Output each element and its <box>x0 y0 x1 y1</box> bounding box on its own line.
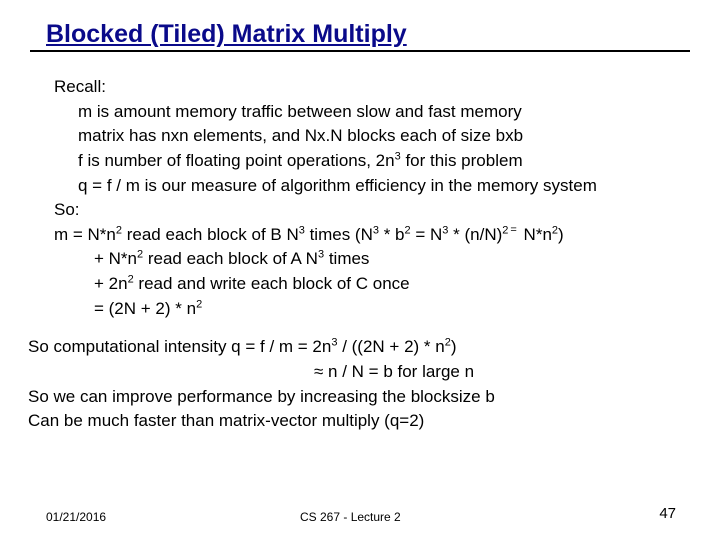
slide-title: Blocked (Tiled) Matrix Multiply <box>46 20 692 49</box>
title-rule <box>30 50 690 52</box>
text: times <box>324 249 369 268</box>
conc-line2: ≈ n / N = b for large n <box>314 360 692 385</box>
text: read each block of A N <box>143 249 318 268</box>
text: = (2N + 2) * n <box>94 299 196 318</box>
conc-line3: So we can improve performance by increas… <box>28 385 692 410</box>
line-m-eq: m = N*n2 read each block of B N3 times (… <box>54 223 692 248</box>
conc-line1: So computational intensity q = f / m = 2… <box>28 335 692 360</box>
text: * (n/N) <box>448 225 502 244</box>
line-q: q = f / m is our measure of algorithm ef… <box>78 174 692 199</box>
text: f is number of floating point operations… <box>78 151 395 170</box>
sup-eq: = <box>510 224 516 236</box>
text: ) <box>451 337 457 356</box>
text: read and write each block of C once <box>134 274 410 293</box>
line-m: m is amount memory traffic between slow … <box>78 100 692 125</box>
text: + N*n <box>94 249 137 268</box>
sup-2: 2 <box>502 224 508 236</box>
footer-course: CS 267 - Lecture 2 <box>300 510 401 524</box>
line-so: So: <box>54 198 692 223</box>
slide-number: 47 <box>659 505 676 522</box>
footer-date: 01/21/2016 <box>46 510 106 524</box>
body-block: Recall: m is amount memory traffic betwe… <box>54 75 692 321</box>
text: / ((2N + 2) * n <box>337 337 444 356</box>
text: ) <box>558 225 564 244</box>
slide: Blocked (Tiled) Matrix Multiply Recall: … <box>0 0 720 540</box>
line-result: = (2N + 2) * n2 <box>94 297 692 322</box>
text: read each block of B N <box>122 225 299 244</box>
text: + 2n <box>94 274 128 293</box>
text: m = N*n <box>54 225 116 244</box>
line-f: f is number of floating point operations… <box>78 149 692 174</box>
conclusion-block: So computational intensity q = f / m = 2… <box>28 335 692 434</box>
line-matrix: matrix has nxn elements, and Nx.N blocks… <box>78 124 692 149</box>
sup-2: 2 <box>196 298 202 310</box>
conc-line4: Can be much faster than matrix-vector mu… <box>28 409 692 434</box>
text: times (N <box>305 225 373 244</box>
text: * b <box>379 225 405 244</box>
line-plus-c: + 2n2 read and write each block of C onc… <box>94 272 692 297</box>
text: N*n <box>519 225 552 244</box>
line-recall: Recall: <box>54 75 692 100</box>
text: So computational intensity q = f / m = 2… <box>28 337 331 356</box>
text: for this problem <box>401 151 523 170</box>
text: = N <box>411 225 443 244</box>
text: ≈ n / N = b for large n <box>314 362 474 381</box>
line-plus-a: + N*n2 read each block of A N3 times <box>94 247 692 272</box>
